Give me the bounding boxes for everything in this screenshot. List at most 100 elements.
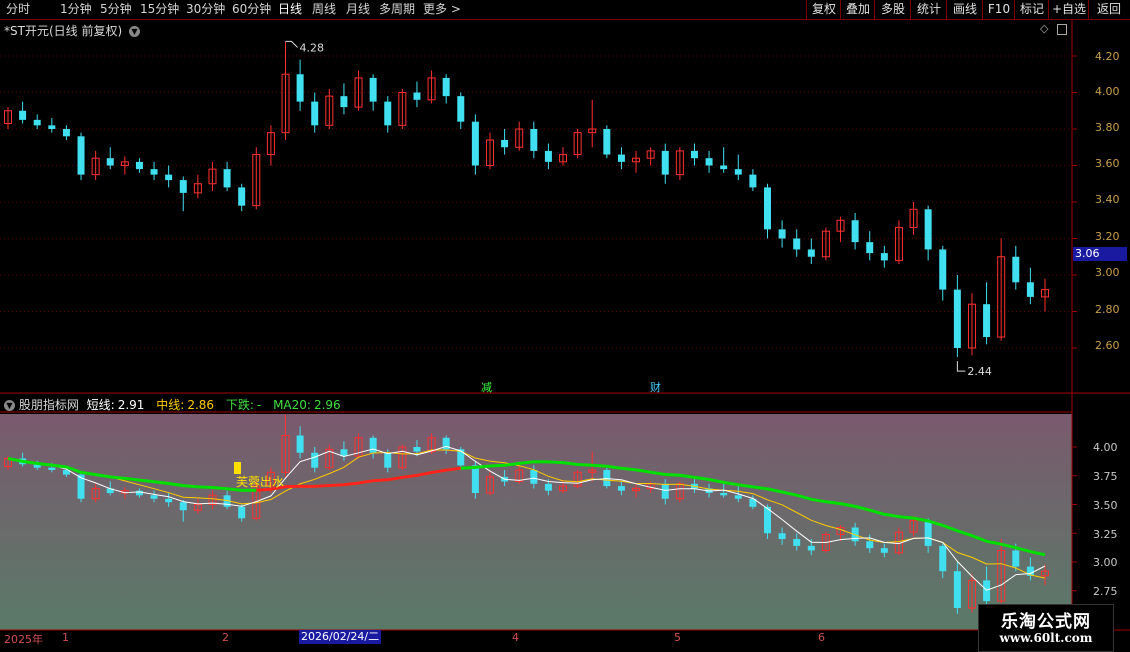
- indicator-candle-down: [165, 498, 173, 503]
- y-tick: 2.75: [1093, 585, 1118, 598]
- main-candle-down: [442, 77, 450, 97]
- indicator-candle-down: [924, 520, 932, 546]
- indicator-candle-down: [238, 506, 246, 519]
- main-candle-down: [793, 238, 801, 250]
- main-candle-down: [501, 139, 509, 148]
- y-tick: 3.40: [1095, 193, 1120, 206]
- y-tick: 3.50: [1093, 499, 1118, 512]
- cursor-date-label: 2026/02/24/二: [299, 630, 382, 644]
- main-candle-down: [369, 77, 377, 102]
- indicator-candle-down: [530, 470, 538, 484]
- x-month-label: 1: [62, 631, 69, 644]
- main-candle-down: [1026, 282, 1034, 297]
- indicator-candle-down: [720, 493, 728, 496]
- main-candle-down: [223, 169, 231, 188]
- event-marker-reduce: 减: [481, 381, 492, 394]
- y-tick: 3.00: [1095, 266, 1120, 279]
- indicator-candle-down: [311, 452, 319, 468]
- y-tick: 3.25: [1093, 528, 1118, 541]
- main-candle-down: [413, 92, 421, 100]
- main-candle-down: [238, 187, 246, 206]
- x-month-label: 6: [818, 631, 825, 644]
- main-candle-down: [720, 165, 728, 170]
- main-candle-down: [705, 158, 713, 166]
- x-month-label: 2: [222, 631, 229, 644]
- main-candle-down: [77, 136, 85, 175]
- main-candle-down: [807, 249, 815, 257]
- y-tick: 4.00: [1095, 85, 1120, 98]
- low-pointer: [956, 361, 966, 372]
- indicator-candle-down: [369, 437, 377, 453]
- main-candle-down: [617, 154, 625, 162]
- indicator-candle-down: [471, 465, 479, 493]
- indicator-candle-down: [793, 539, 801, 546]
- y-tick: 4.00: [1093, 441, 1118, 454]
- main-candle-down: [939, 249, 947, 290]
- y-tick: 3.75: [1093, 470, 1118, 483]
- indicator-candle-down: [983, 580, 991, 602]
- indicator-candle-down: [544, 483, 552, 491]
- indicator-candle-down: [807, 545, 815, 551]
- indicator-candle-down: [384, 452, 392, 468]
- y-tick: 3.00: [1093, 556, 1118, 569]
- main-candle-down: [33, 119, 41, 126]
- main-candle-down: [983, 304, 991, 338]
- main-candle-down: [384, 101, 392, 126]
- main-candle-down: [851, 220, 859, 243]
- watermark: 乐淘公式网 www.60lt.com: [978, 604, 1114, 652]
- main-candle-down: [953, 289, 961, 348]
- main-candle-down: [19, 110, 27, 120]
- main-candle-down: [880, 253, 888, 261]
- main-candle-down: [471, 121, 479, 166]
- high-label: 4.28: [300, 41, 325, 54]
- x-year-label: 2025年: [4, 633, 43, 646]
- signal-marker: [234, 462, 241, 474]
- kline-chart[interactable]: 4.28 2.44 减 财芙蓉出水: [0, 0, 1130, 650]
- main-candle-down: [311, 101, 319, 126]
- ma20-line: [7, 457, 1046, 557]
- price-tag: 3.06: [1073, 247, 1127, 261]
- main-candle-down: [530, 129, 538, 151]
- main-candle-down: [48, 125, 56, 129]
- y-tick: 3.20: [1095, 230, 1120, 243]
- ma20-rising-segment: [256, 466, 461, 492]
- main-candle-down: [179, 180, 187, 193]
- x-month-label: 4: [512, 631, 519, 644]
- indicator-candle-down: [1012, 550, 1020, 567]
- y-tick: 3.60: [1095, 157, 1120, 170]
- indicator-candle-down: [603, 470, 611, 487]
- y-tick: 2.80: [1095, 303, 1120, 316]
- main-candle-down: [135, 161, 143, 170]
- main-candle-down: [690, 150, 698, 159]
- y-tick: 3.80: [1095, 121, 1120, 134]
- main-candle-down: [778, 229, 786, 239]
- low-label: 2.44: [967, 365, 992, 378]
- main-candle-down: [544, 150, 552, 162]
- indicator-candle-down: [939, 545, 947, 572]
- main-candle-down: [150, 169, 158, 175]
- indicator-candle-down: [778, 533, 786, 539]
- indicator-candle-down: [953, 571, 961, 608]
- main-candle-down: [924, 209, 932, 250]
- indicator-candle-down: [617, 486, 625, 491]
- x-month-label: 5: [674, 631, 681, 644]
- main-candle-down: [603, 129, 611, 155]
- main-candle-down: [457, 96, 465, 122]
- indicator-candle-down: [734, 495, 742, 499]
- main-candle-down: [106, 158, 114, 166]
- watermark-title: 乐淘公式网: [1001, 612, 1091, 632]
- indicator-candle-down: [296, 435, 304, 453]
- indicator-candle-down: [880, 548, 888, 553]
- indicator-candle-down: [179, 502, 187, 511]
- y-tick: 4.20: [1095, 50, 1120, 63]
- watermark-url: www.60lt.com: [999, 631, 1093, 645]
- indicator-candle-down: [661, 483, 669, 499]
- high-pointer: [285, 40, 298, 48]
- main-candle-down: [296, 74, 304, 102]
- main-candle-down: [1012, 256, 1020, 283]
- main-candle-down: [165, 174, 173, 181]
- indicator-candle-down: [150, 495, 158, 499]
- signal-text: 芙蓉出水: [236, 475, 284, 489]
- indicator-candle-down: [413, 447, 421, 452]
- main-candle-down: [734, 169, 742, 175]
